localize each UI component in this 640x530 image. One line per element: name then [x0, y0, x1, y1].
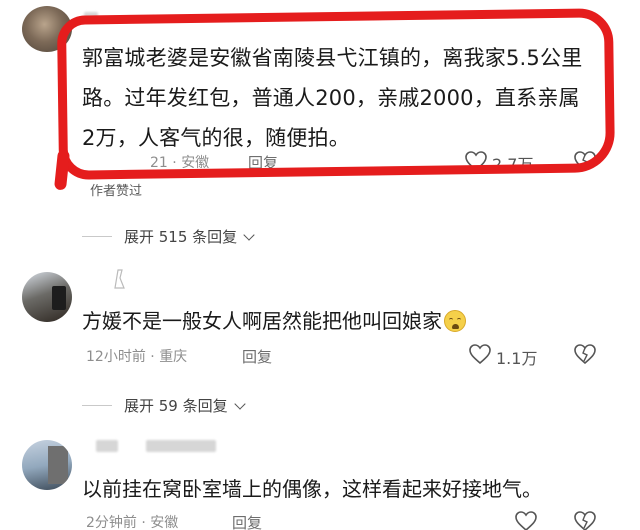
heart-outline-icon[interactable]: [468, 343, 492, 365]
username-obscured[interactable]: [96, 440, 118, 452]
avatar[interactable]: [22, 6, 72, 52]
comment-time: 12小时前: [86, 349, 146, 365]
reply-button[interactable]: 回复: [232, 512, 262, 530]
dislike-heart-icon[interactable]: [572, 510, 598, 530]
comment-text: 方媛不是一般女人啊居然能把他叫回娘家: [82, 306, 466, 336]
avatar[interactable]: [22, 440, 72, 490]
meta-separator: ·: [172, 155, 177, 171]
dislike-heart-icon[interactable]: [572, 150, 598, 172]
comment-time: 21: [150, 155, 168, 171]
comment-text-body: 方媛不是一般女人啊居然能把他叫回娘家: [82, 309, 442, 333]
author-liked-badge: 作者赞过: [90, 184, 143, 199]
comment-meta: 2分钟前 · 安徽: [86, 512, 178, 530]
like-count: 1.1万: [496, 349, 538, 368]
heart-outline-icon[interactable]: [514, 510, 538, 530]
expand-replies-button[interactable]: 展开 515 条回复: [82, 226, 255, 247]
reply-button[interactable]: 回复: [248, 152, 278, 173]
comment-location: 安徽: [150, 515, 179, 530]
pin-icon: [114, 269, 125, 289]
comment-time: 2分钟前: [86, 515, 137, 530]
comment-text: 郭富城老婆是安徽省南陵县弋江镇的，离我家5.5公里路。过年发红包，普通人200，…: [82, 46, 583, 150]
comment-text: 以前挂在窝卧室墙上的偶像，这样看起来好接地气。: [82, 477, 542, 501]
comment-meta: 21 · 安徽: [150, 152, 209, 172]
chevron-down-icon: [243, 228, 255, 241]
username-obscured[interactable]: [146, 440, 216, 452]
expand-replies-label: 展开 515 条回复: [124, 228, 238, 246]
comment-location: 重庆: [159, 349, 188, 365]
meta-separator: ·: [150, 349, 155, 365]
expand-replies-label: 展开 59 条回复: [124, 397, 228, 415]
dislike-heart-icon[interactable]: [572, 343, 598, 365]
expand-replies-button[interactable]: 展开 59 条回复: [82, 395, 246, 416]
comment-location: 安徽: [181, 155, 210, 171]
laughing-emoji-icon: [444, 310, 466, 332]
like-count: 2.7万: [492, 155, 534, 174]
divider: [82, 236, 112, 237]
meta-separator: ·: [141, 515, 146, 530]
comment-meta: 12小时前 · 重庆: [86, 346, 187, 366]
divider: [82, 405, 112, 406]
username-obscured[interactable]: [84, 12, 98, 17]
reply-button[interactable]: 回复: [242, 346, 272, 367]
avatar-redaction: [48, 446, 68, 484]
red-highlight-annotation-tail: [53, 149, 71, 191]
heart-outline-icon[interactable]: [464, 150, 488, 172]
chevron-down-icon: [233, 397, 246, 410]
avatar-redaction: [52, 286, 66, 310]
avatar[interactable]: [22, 272, 72, 322]
